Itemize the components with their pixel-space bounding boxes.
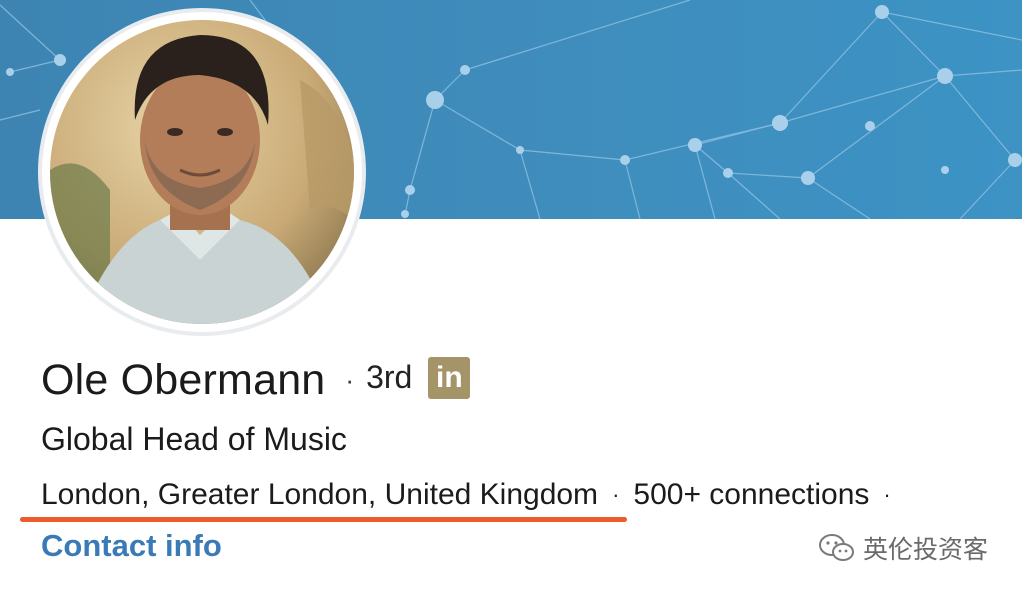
separator-dot: · [883,482,891,507]
linkedin-icon: in [428,357,471,399]
separator-dot: · [345,364,355,395]
watermark-text: 英伦投资客 [863,536,989,564]
avatar-photo [50,20,354,324]
profile-name: Ole Obermann [41,355,326,404]
watermark: 英伦投资客 [817,530,988,566]
profile-avatar[interactable] [42,12,362,332]
location-row: London, Greater London, United Kingdom ·… [41,478,905,512]
separator-dot: · [612,482,620,507]
wechat-icon [819,534,854,561]
contact-info-link[interactable]: Contact info [41,528,222,564]
connection-degree: 3rd [366,358,413,395]
profile-location: London, Greater London, United Kingdom [41,478,599,511]
location-highlight-underline [20,517,627,522]
connections-count[interactable]: 500+ connections [633,478,869,512]
profile-headline: Global Head of Music [41,421,347,457]
name-row: Ole Obermann · 3rd in [41,352,471,408]
